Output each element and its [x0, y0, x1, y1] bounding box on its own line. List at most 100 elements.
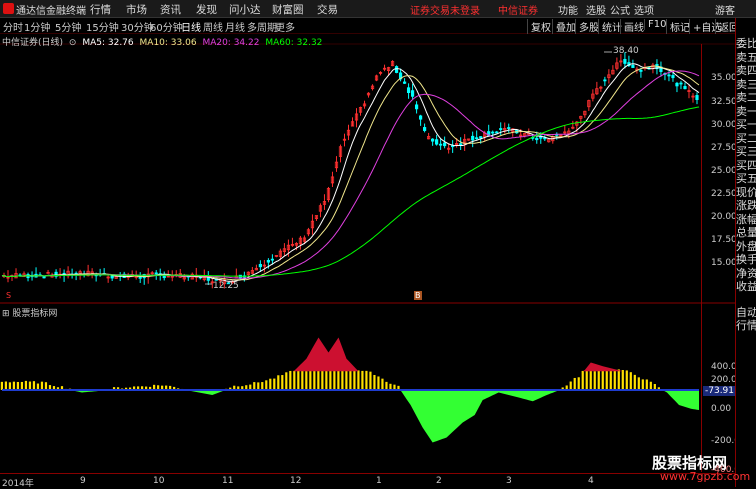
indicator-bar: [317, 369, 320, 390]
period-multi[interactable]: 多周期: [247, 19, 277, 34]
indicator-bar: [357, 370, 360, 390]
indicator-bar: [641, 379, 644, 390]
indicator-zero-band: [2, 389, 699, 391]
candle-body: [631, 64, 635, 68]
indicator-bar: [613, 370, 616, 390]
candle-body: [414, 104, 419, 110]
kline-chart[interactable]: [0, 0, 756, 487]
indicator-bar: [293, 370, 296, 390]
indicator-tick: 0.00: [711, 404, 732, 414]
period-weekly[interactable]: 周线: [203, 19, 223, 34]
menu-formula[interactable]: 公式: [610, 2, 630, 17]
candle-body: [419, 115, 423, 120]
indicator-bar: [253, 382, 256, 390]
price-tick: 15.00: [711, 258, 737, 268]
period-5min[interactable]: 5分钟: [55, 19, 81, 34]
indicator-bar: [261, 382, 264, 390]
candle-body: [603, 79, 607, 82]
menu-discover[interactable]: 发现: [196, 2, 217, 17]
quote-row-label: 卖四: [736, 64, 756, 77]
ma60-label: MA60: 32.32: [265, 38, 323, 48]
period-15min[interactable]: 15分钟: [86, 19, 119, 34]
f10-button[interactable]: F10: [644, 19, 666, 30]
menu-quotes[interactable]: 行情: [90, 2, 111, 17]
candle-body: [406, 87, 411, 94]
indicator-bar: [32, 381, 36, 390]
watermark-url: www.7gpzb.com: [660, 470, 751, 483]
candle-body: [671, 75, 675, 79]
quote-row-label[interactable]: 自动: [736, 306, 756, 319]
candle-body: [266, 259, 270, 263]
candle-body: [443, 142, 447, 147]
period-30min[interactable]: 30分钟: [121, 19, 154, 34]
time-tick: 9: [80, 476, 86, 486]
ma10-label: MA10: 33.06: [139, 38, 197, 48]
candle-body: [499, 128, 503, 130]
login-warning[interactable]: 证券交易未登录: [410, 2, 480, 17]
indicator-bar: [0, 381, 4, 390]
menu-guest[interactable]: 游客: [715, 2, 735, 17]
menu-news[interactable]: 资讯: [160, 2, 181, 17]
ma20-line: [1, 70, 700, 279]
indicator-bar: [385, 381, 388, 390]
buy-marker: B: [414, 291, 422, 300]
menu-trade[interactable]: 交易: [317, 2, 338, 17]
indicator-bar: [321, 368, 324, 390]
candle-body: [431, 138, 435, 142]
candle-body: [639, 69, 643, 72]
axis-separator: [701, 44, 702, 472]
statistics-button[interactable]: 统计: [598, 19, 622, 34]
candle-body: [423, 127, 427, 131]
indicator-bar: [297, 369, 300, 390]
candle-body: [402, 81, 407, 84]
draw-line-button[interactable]: 画线: [620, 19, 644, 34]
indicator-bar: [373, 374, 376, 390]
settings-icon[interactable]: ⊙: [69, 38, 77, 48]
period-daily[interactable]: 日线: [181, 19, 201, 34]
time-tick: 2: [436, 476, 442, 486]
indicator-title: ⊞ 股票指标网: [2, 309, 58, 319]
mark-button[interactable]: 标记: [666, 19, 690, 34]
indicator-bar: [285, 372, 288, 390]
menu-market[interactable]: 市场: [126, 2, 147, 17]
menu-functions[interactable]: 功能: [558, 2, 578, 17]
quote-row-label[interactable]: 行情: [736, 319, 756, 332]
indicator-bar: [597, 369, 600, 390]
menu-options[interactable]: 选项: [634, 2, 654, 17]
candle-body: [479, 136, 483, 139]
candle-body: [491, 131, 495, 134]
indicator-bar: [24, 380, 28, 390]
price-tick: 20.00: [711, 212, 737, 222]
price-tick: 22.50: [711, 189, 737, 199]
indicator-bar: [40, 381, 44, 390]
indicator-bar: [16, 381, 20, 390]
restore-rights-button[interactable]: 复权: [527, 19, 551, 34]
indicator-tick: 200.0: [711, 375, 737, 385]
menu-pick-stock[interactable]: 选股: [586, 2, 606, 17]
indicator-bar: [361, 370, 364, 390]
candle-body: [110, 275, 114, 279]
indicator-bar: [301, 369, 304, 390]
menu-ask[interactable]: 问小达: [229, 2, 261, 17]
period-intraday[interactable]: 分时: [3, 19, 23, 34]
indicator-bar: [12, 381, 16, 390]
quote-row-label: 委比: [736, 37, 756, 50]
period-monthly[interactable]: 月线: [225, 19, 245, 34]
menu-wealth[interactable]: 财富圈: [272, 2, 304, 17]
candle-body: [410, 90, 415, 97]
candle-body: [258, 263, 262, 268]
candle-body: [439, 143, 443, 146]
quote-row-label: 卖二: [736, 91, 756, 104]
broker-name[interactable]: 中信证券: [498, 2, 538, 17]
overlay-button[interactable]: 叠加: [552, 19, 576, 34]
indicator-bar: [573, 377, 576, 390]
period-60min[interactable]: 60分钟: [150, 19, 183, 34]
period-more[interactable]: 更多: [275, 19, 295, 34]
multi-stock-button[interactable]: 多股: [575, 19, 599, 34]
sell-marker: S: [6, 291, 12, 300]
low-price-label: 12.25: [213, 281, 239, 291]
indicator-bar: [637, 377, 640, 390]
period-1min[interactable]: 1分钟: [24, 19, 50, 34]
candle-body: [270, 258, 274, 261]
ma10-line: [1, 65, 700, 281]
